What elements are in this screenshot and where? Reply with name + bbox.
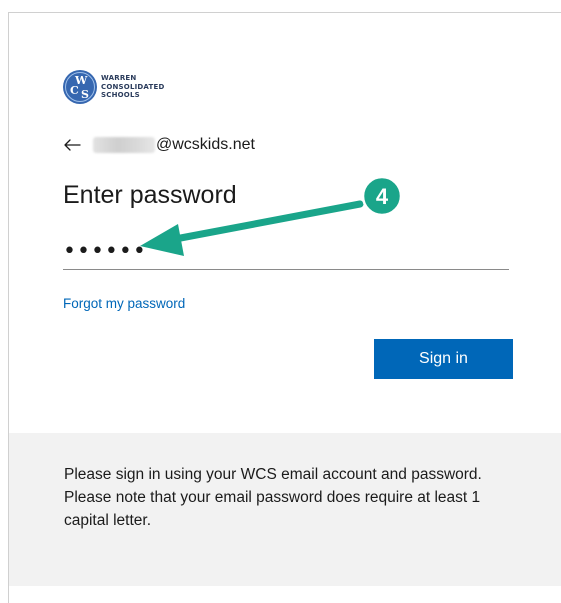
info-text: Please sign in using your WCS email acco… — [64, 466, 482, 529]
sign-in-button[interactable]: Sign in — [374, 339, 513, 379]
logo-wordmark: WARREN CONSOLIDATED SCHOOLS — [101, 74, 164, 100]
wcs-seal-logo: W C S — [63, 70, 97, 104]
account-identity: @wcskids.net — [63, 133, 255, 157]
logo-line-1: WARREN — [101, 74, 137, 83]
password-input[interactable] — [63, 233, 509, 270]
svg-text:C: C — [70, 84, 79, 97]
logo-line-3: SCHOOLS — [101, 91, 140, 100]
info-panel: Please sign in using your WCS email acco… — [9, 433, 561, 586]
svg-text:S: S — [81, 88, 89, 101]
page-title: Enter password — [63, 181, 237, 209]
back-arrow-icon[interactable] — [63, 138, 81, 152]
redacted-username — [93, 137, 155, 153]
wcs-logo: W C S WARREN CONSOLIDATED SCHOOLS — [62, 67, 164, 107]
forgot-password-link[interactable]: Forgot my password — [63, 296, 185, 311]
email-domain: @wcskids.net — [156, 136, 255, 153]
logo-line-2: CONSOLIDATED — [101, 82, 165, 91]
